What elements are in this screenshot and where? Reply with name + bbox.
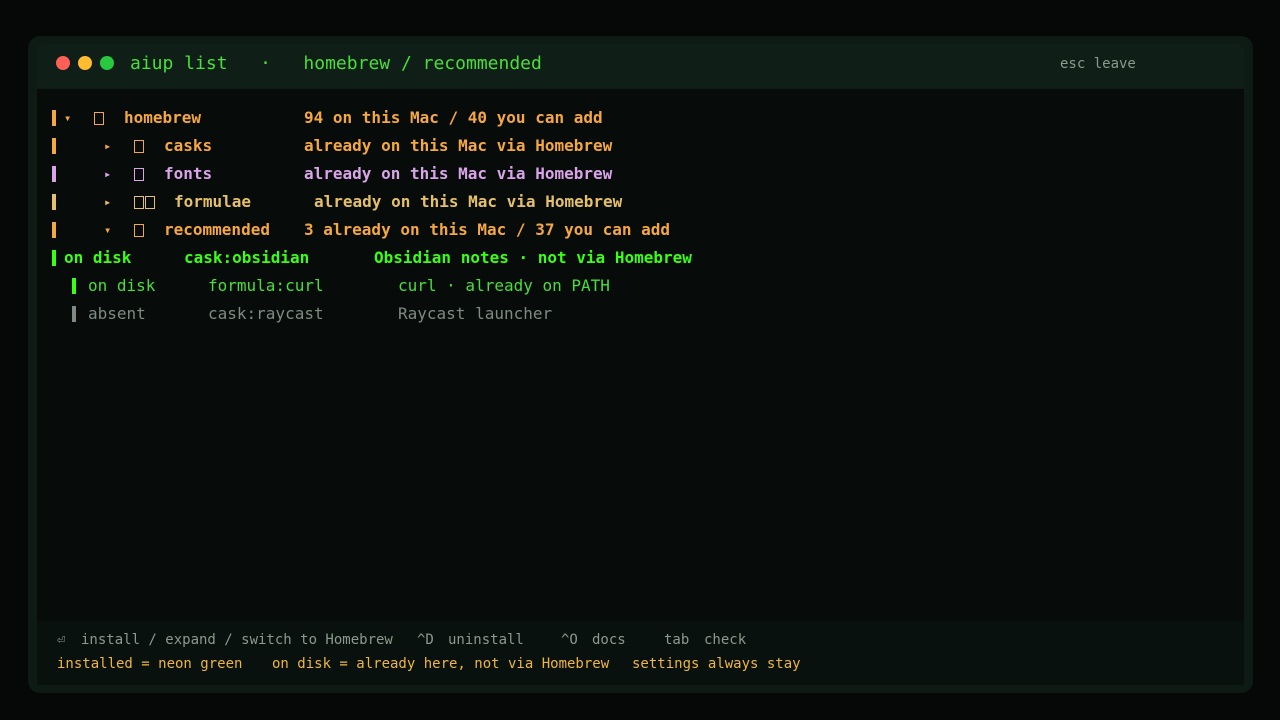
uninstall-hint: uninstall [448,632,524,648]
item-description: Raycast launcher [398,304,553,323]
cask-icon [134,136,144,156]
tree-detail: already on this Mac via Homebrew [304,136,613,155]
item-status: on disk [64,248,132,267]
list-item[interactable]: absent cask:raycast Raycast launcher [72,304,752,324]
item-id: cask:obsidian [184,248,310,267]
tab-key: tab [664,632,690,648]
row-marker [52,194,56,210]
expand-toggle-icon[interactable]: ▸ [104,136,111,156]
expand-toggle-icon[interactable]: ▾ [64,108,71,128]
row-marker [52,166,56,182]
item-id: formula:curl [208,276,324,295]
legend-on-disk: on disk = already here, not via Homebrew [272,656,610,672]
tree-label: recommended [164,220,270,239]
uninstall-key: ^D [417,632,434,648]
tree-detail: already on this Mac via Homebrew [304,164,613,183]
zoom-window-button[interactable] [100,56,114,70]
tree-label: formulae [174,192,252,211]
status-marker [72,306,76,322]
row-marker [52,110,56,126]
star-icon [134,220,144,240]
esc-leave-hint[interactable]: esc leave [1060,56,1136,72]
expand-toggle-icon[interactable]: ▸ [104,192,111,212]
tree-row-casks[interactable]: ▸ casks already on this Mac via Homebrew [52,136,752,156]
status-marker [72,278,76,294]
legend-settings: settings always stay [632,656,801,672]
expand-toggle-icon[interactable]: ▾ [104,220,111,240]
item-description: Obsidian notes · not via Homebrew [374,248,692,267]
app-title: aiup list [130,53,228,74]
selection-marker [52,250,56,266]
breadcrumb: homebrew / recommended [303,53,542,74]
minimize-window-button[interactable] [78,56,92,70]
tree-detail: already on this Mac via Homebrew [314,192,623,211]
folder-icon [94,108,104,128]
tree-label: casks [164,136,213,155]
title-separator: · [260,53,271,74]
tree-detail: 3 already on this Mac / 37 you can add [304,220,671,239]
close-window-button[interactable] [56,56,70,70]
legend-installed: installed = neon green [57,656,243,672]
list-item-selected[interactable]: on disk cask:obsidian Obsidian notes · n… [52,248,752,268]
item-status: absent [88,304,146,323]
tree-label: homebrew [124,108,202,127]
item-status: on disk [88,276,156,295]
window-title-group: aiup list · homebrew / recommended [130,53,542,74]
docs-hint: docs [592,632,626,648]
row-marker [52,222,56,238]
enter-action-hint: install / expand / switch to Homebrew [81,632,393,648]
item-description: curl · already on PATH [398,276,610,295]
list-item[interactable]: on disk formula:curl curl · already on P… [72,276,752,296]
tree-row-fonts[interactable]: ▸ fonts already on this Mac via Homebrew [52,164,752,184]
item-id: cask:raycast [208,304,324,323]
docs-key: ^O [561,632,578,648]
tree-label: fonts [164,164,213,183]
check-hint: check [704,632,747,648]
row-marker [52,138,56,154]
tree-row-recommended[interactable]: ▾ recommended 3 already on this Mac / 37… [52,220,752,240]
tree-detail: 94 on this Mac / 40 you can add [304,108,603,127]
tree-row-formulae[interactable]: ▸ formulae already on this Mac via Homeb… [52,192,752,212]
expand-toggle-icon[interactable]: ▸ [104,164,111,184]
font-icon [134,164,144,184]
tree-row-homebrew[interactable]: ▾ homebrew 94 on this Mac / 40 you can a… [52,108,752,128]
enter-return-icon: ⏎ [57,632,66,648]
status-footer [37,621,1244,685]
formula-icon [134,192,155,212]
